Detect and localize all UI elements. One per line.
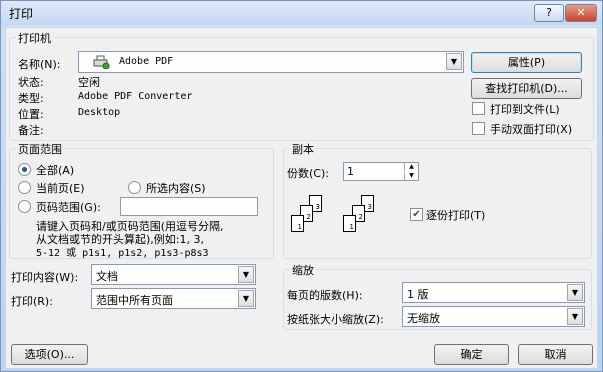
options-button[interactable]: 选项(O)... xyxy=(11,344,88,365)
all-pages-label: 全部(A) xyxy=(36,164,75,177)
printer-name-label: 名称(N): xyxy=(18,58,61,71)
scale-select[interactable]: 无缩放 ▼ xyxy=(402,306,585,327)
page-range-label: 页码范围(G): xyxy=(36,201,101,214)
window-title: 打印 xyxy=(9,7,34,21)
pages-per-sheet-label: 每页的版数(H): xyxy=(287,289,363,302)
page-number: 1 xyxy=(349,223,354,231)
all-pages-radio[interactable] xyxy=(18,163,31,176)
page-range-radio[interactable] xyxy=(18,200,31,213)
cancel-button[interactable]: 取消 xyxy=(518,344,593,365)
current-page-label: 当前页(E) xyxy=(36,182,85,195)
printer-group-label: 打印机 xyxy=(16,30,53,46)
chevron-down-icon[interactable]: ▼ xyxy=(567,284,583,301)
chevron-down-icon[interactable]: ▼ xyxy=(446,53,462,70)
chevron-down-icon[interactable]: ▼ xyxy=(238,266,254,283)
print-what-label: 打印内容(W): xyxy=(11,271,79,284)
zoom-group-label: 缩放 xyxy=(290,262,316,278)
close-button[interactable]: ✕ xyxy=(565,4,597,22)
printer-name-value: Adobe PDF xyxy=(119,56,174,67)
page-range-input[interactable] xyxy=(120,197,258,216)
collate-checkbox[interactable]: ✔ xyxy=(410,208,423,221)
scale-value: 无缩放 xyxy=(407,312,440,325)
print-to-file-checkbox[interactable] xyxy=(472,102,485,115)
page-number: 2 xyxy=(358,213,363,221)
print-value: 范围中所有页面 xyxy=(96,294,173,307)
manual-duplex-checkbox[interactable] xyxy=(472,122,485,135)
print-select[interactable]: 范围中所有页面 ▼ xyxy=(91,288,256,309)
copies-group: 副本 xyxy=(283,141,592,259)
page-number: 1 xyxy=(297,223,302,231)
copies-count-stepper[interactable]: 1 ▲ ▼ xyxy=(343,162,419,181)
copies-group-label: 副本 xyxy=(290,141,316,157)
copies-count-label: 份数(C): xyxy=(287,167,329,180)
spin-down-icon[interactable]: ▼ xyxy=(404,172,418,180)
page-number: 3 xyxy=(367,203,372,211)
where-value: Desktop xyxy=(78,107,121,118)
copies-count-value: 1 xyxy=(347,165,354,178)
collate-label: 逐份打印(T) xyxy=(426,209,486,222)
page-number: 2 xyxy=(306,213,311,221)
print-label: 打印(R): xyxy=(11,295,53,308)
print-dialog: 打印 ? ✕ 打印机 名称(N): Adobe PDF ▼ 状态: 空闲 类型:… xyxy=(0,0,603,372)
printer-name-select[interactable]: Adobe PDF ▼ xyxy=(78,51,464,73)
page-range-hint-3: 5-12 或 p1s1, p1s2, p1s3-p8s3 xyxy=(36,248,209,259)
chevron-down-icon[interactable]: ▼ xyxy=(567,308,583,325)
chevron-down-icon[interactable]: ▼ xyxy=(238,290,254,307)
current-page-radio[interactable] xyxy=(18,181,31,194)
title-bar: 打印 ? ✕ xyxy=(1,1,602,25)
printer-icon xyxy=(92,55,110,70)
spin-up-icon[interactable]: ▲ xyxy=(404,163,418,171)
page-number: 3 xyxy=(315,203,320,211)
scale-label: 按纸张大小缩放(Z): xyxy=(287,313,384,326)
print-what-value: 文档 xyxy=(96,270,118,283)
status-value: 空闲 xyxy=(78,76,100,89)
where-label: 位置: xyxy=(18,108,44,121)
print-to-file-label: 打印到文件(L) xyxy=(490,103,560,116)
selection-radio[interactable] xyxy=(128,181,141,194)
properties-button[interactable]: 属性(P) xyxy=(471,52,582,73)
pages-per-sheet-select[interactable]: 1 版 ▼ xyxy=(402,282,585,303)
type-label: 类型: xyxy=(18,92,44,105)
type-value: Adobe PDF Converter xyxy=(78,91,193,102)
comment-label: 备注: xyxy=(18,124,44,137)
page-range-group-label: 页面范围 xyxy=(16,141,64,157)
find-printer-button[interactable]: 查找打印机(D)... xyxy=(471,78,582,99)
manual-duplex-label: 手动双面打印(X) xyxy=(490,123,573,136)
pages-per-sheet-value: 1 版 xyxy=(407,288,429,301)
ok-button[interactable]: 确定 xyxy=(434,344,509,365)
dialog-body: 打印机 名称(N): Adobe PDF ▼ 状态: 空闲 类型: Adobe … xyxy=(5,27,598,369)
print-what-select[interactable]: 文档 ▼ xyxy=(91,264,256,285)
selection-label: 所选内容(S) xyxy=(146,182,206,195)
status-label: 状态: xyxy=(18,76,44,89)
help-button[interactable]: ? xyxy=(534,4,564,22)
